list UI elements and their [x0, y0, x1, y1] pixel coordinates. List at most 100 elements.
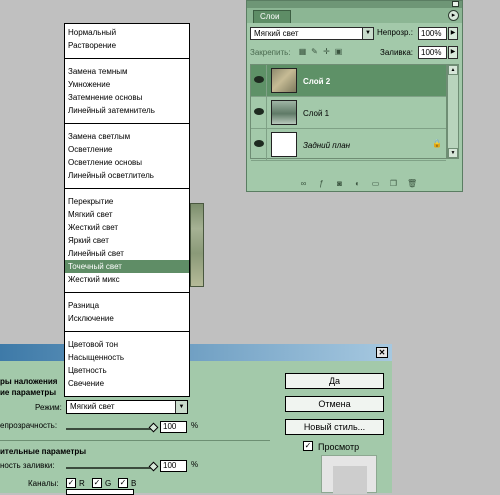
chevron-down-icon[interactable]: ▼: [362, 28, 373, 39]
menu-item[interactable]: Линейный свет: [65, 247, 189, 260]
menu-item[interactable]: Жесткий свет: [65, 221, 189, 234]
layer-thumbnail: [271, 68, 297, 93]
close-icon[interactable]: ✕: [376, 347, 388, 358]
layer-row[interactable]: Задний план 🔒: [251, 129, 446, 161]
blend-mode-menu: Нормальный Растворение Замена темным Умноже…: [64, 23, 190, 397]
ok-button[interactable]: Да: [285, 373, 384, 389]
layers-panel: Слои ▸ Мягкий свет ▼ Непрозр.: 100% ▶ За…: [246, 0, 463, 192]
layer-thumbnail: [271, 132, 297, 157]
panel-menu-button[interactable]: ▸: [448, 10, 459, 21]
new-style-button[interactable]: Новый стиль...: [285, 419, 384, 435]
layer-row[interactable]: Слой 1: [251, 97, 446, 129]
menu-separator: [65, 188, 189, 189]
new-layer-icon[interactable]: ❐: [389, 179, 398, 188]
layer-fill-input[interactable]: 100%: [418, 46, 447, 59]
layer-blend-mode-value: Мягкий свет: [254, 29, 299, 38]
visibility-toggle[interactable]: [251, 129, 267, 160]
layer-name[interactable]: Слой 1: [303, 109, 329, 118]
menu-item[interactable]: Линейный осветлитель: [65, 169, 189, 182]
cancel-button[interactable]: Отмена: [285, 396, 384, 412]
menu-item[interactable]: Растворение: [65, 39, 189, 52]
channel-r-checkbox[interactable]: ✓: [66, 478, 76, 488]
opacity-label: епрозрачность:: [0, 421, 58, 430]
menu-item[interactable]: Мягкий свет: [65, 208, 189, 221]
menu-item[interactable]: Цветность: [65, 364, 189, 377]
menu-item[interactable]: Исключение: [65, 312, 189, 325]
canvas-image-fragment: [190, 203, 204, 287]
lock-all-icon[interactable]: ▣: [334, 47, 343, 56]
fill-opacity-unit: %: [191, 460, 199, 469]
menu-item[interactable]: Разница: [65, 299, 189, 312]
arrow-right-icon[interactable]: ▶: [448, 46, 458, 59]
adjustment-icon[interactable]: ◐: [353, 179, 362, 188]
menu-item[interactable]: Осветление: [65, 143, 189, 156]
menu-item[interactable]: Осветление основы: [65, 156, 189, 169]
menu-separator: [65, 331, 189, 332]
layers-panel-toolbar: ∞ ƒ ◙ ◐ ▭ ❐ 🗑: [247, 177, 462, 191]
menu-item[interactable]: Жесткий микс: [65, 273, 189, 286]
menu-item[interactable]: Точечный свет: [65, 260, 189, 273]
chevron-down-icon[interactable]: ▼: [175, 401, 187, 413]
fill-slider-track[interactable]: [66, 467, 156, 469]
blending-options-heading: ры наложения: [0, 377, 58, 386]
menu-item[interactable]: Затемнение основы: [65, 91, 189, 104]
layer-name[interactable]: Задний план: [303, 141, 350, 150]
visibility-toggle[interactable]: [251, 65, 267, 96]
panel-close-icon[interactable]: [452, 1, 459, 7]
eye-icon: [254, 108, 264, 115]
mask-icon[interactable]: ◙: [335, 179, 344, 188]
lock-icon: 🔒: [432, 139, 442, 148]
opacity-slider-handle[interactable]: [148, 422, 159, 433]
channel-r-label: R: [79, 479, 85, 488]
menu-item[interactable]: Перекрытие: [65, 195, 189, 208]
style-preview-inner: [333, 466, 367, 494]
trash-icon[interactable]: 🗑: [407, 179, 417, 188]
general-blending-heading: ие параметры: [0, 388, 57, 397]
blend-mode-value: Мягкий свет: [70, 402, 115, 411]
menu-item[interactable]: Нормальный: [65, 26, 189, 39]
channel-g-label: G: [105, 479, 112, 488]
layer-name[interactable]: Слой 2: [303, 77, 330, 86]
menu-separator: [65, 123, 189, 124]
layer-opacity-input[interactable]: 100%: [418, 27, 447, 40]
fill-slider-handle[interactable]: [148, 461, 159, 472]
blend-mode-label: Режим:: [35, 403, 62, 412]
lock-paint-icon[interactable]: ✎: [310, 47, 319, 56]
menu-item[interactable]: Свечение: [65, 377, 189, 390]
layer-blend-mode-select[interactable]: Мягкий свет ▼: [250, 27, 374, 40]
layer-thumbnail: [271, 100, 297, 125]
preview-checkbox[interactable]: ✓: [303, 441, 313, 451]
menu-separator: [65, 58, 189, 59]
channel-g-checkbox[interactable]: ✓: [92, 478, 102, 488]
folder-icon[interactable]: ▭: [371, 179, 380, 188]
menu-item[interactable]: Замена темным: [65, 65, 189, 78]
fill-opacity-input[interactable]: 100: [160, 460, 187, 472]
tab-layers[interactable]: Слои: [253, 10, 291, 23]
knockout-select[interactable]: [66, 489, 134, 495]
layer-row[interactable]: Слой 2: [251, 65, 446, 97]
blend-mode-select[interactable]: Мягкий свет ▼: [66, 400, 188, 414]
menu-item[interactable]: Линейный затемнитель: [65, 104, 189, 117]
eye-icon: [254, 76, 264, 83]
channels-label: Каналы:: [28, 479, 59, 488]
layer-list-scrollbar[interactable]: ▲ ▼: [447, 64, 459, 159]
opacity-input[interactable]: 100: [160, 421, 187, 433]
opacity-slider-track[interactable]: [66, 428, 156, 430]
scroll-up-icon[interactable]: ▲: [448, 65, 458, 75]
eye-icon: [254, 140, 264, 147]
menu-item[interactable]: Замена светлым: [65, 130, 189, 143]
menu-item[interactable]: Цветовой тон: [65, 338, 189, 351]
channel-b-checkbox[interactable]: ✓: [118, 478, 128, 488]
link-icon[interactable]: ∞: [299, 179, 308, 188]
visibility-toggle[interactable]: [251, 97, 267, 128]
scroll-down-icon[interactable]: ▼: [448, 148, 458, 158]
dialog-titlebar[interactable]: [0, 344, 392, 361]
menu-item[interactable]: Насыщенность: [65, 351, 189, 364]
arrow-right-icon[interactable]: ▶: [448, 27, 458, 40]
menu-item[interactable]: Умножение: [65, 78, 189, 91]
fx-icon[interactable]: ƒ: [317, 179, 326, 188]
menu-item[interactable]: Яркий свет: [65, 234, 189, 247]
lock-move-icon[interactable]: ✛: [322, 47, 331, 56]
lock-transparent-icon[interactable]: ▦: [298, 47, 307, 56]
layers-panel-titlebar[interactable]: [247, 1, 462, 8]
